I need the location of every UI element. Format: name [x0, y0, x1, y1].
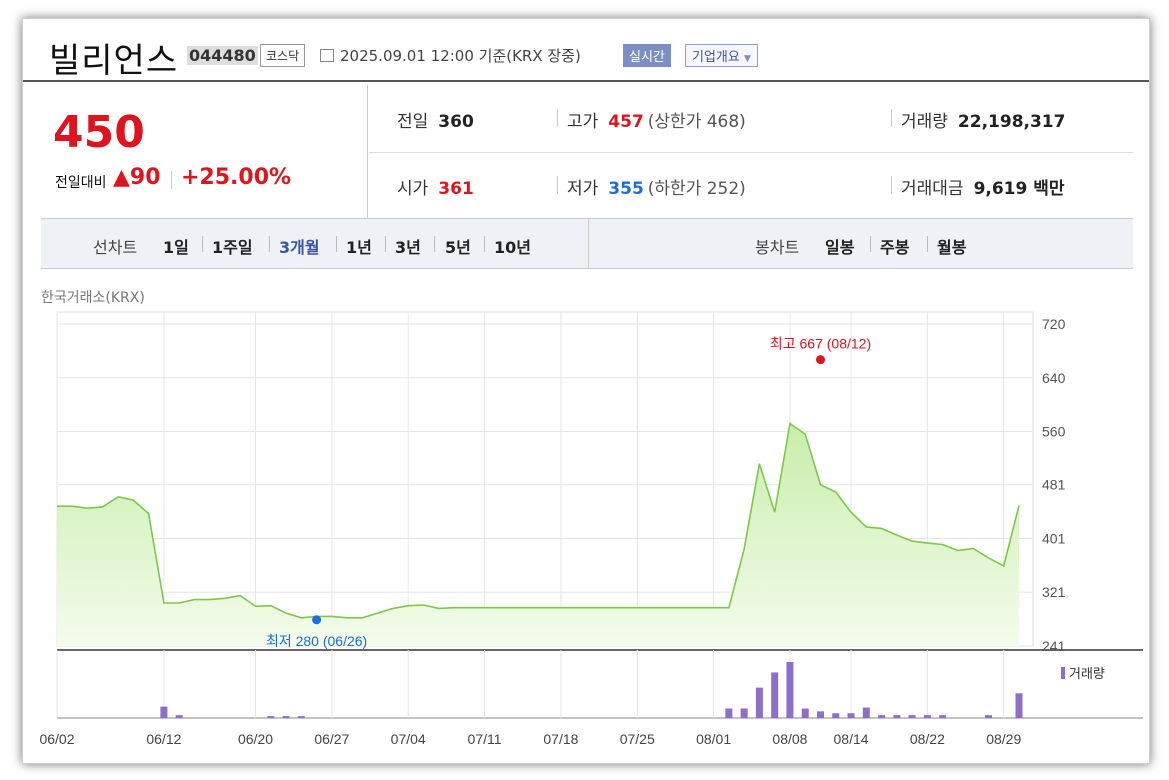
x-tick-label: 06/20 — [238, 731, 273, 747]
x-tick-label: 07/25 — [620, 731, 655, 747]
x-tick-label: 08/14 — [834, 731, 869, 747]
volume-bar — [175, 715, 183, 718]
volume-bar — [771, 672, 779, 718]
volume-bar — [923, 715, 931, 718]
y-tick-label: 560 — [1042, 424, 1066, 440]
volume-bar — [297, 716, 305, 718]
y-tick-label: 321 — [1042, 584, 1066, 600]
x-tick-label: 08/01 — [696, 731, 731, 747]
x-tick-label: 07/04 — [391, 731, 426, 747]
volume-bar — [801, 708, 809, 718]
volume-bar — [786, 662, 794, 718]
volume-bar — [832, 713, 840, 718]
volume-legend-label: 거래량 — [1069, 667, 1105, 682]
volume-bar — [893, 715, 901, 718]
stock-widget: 빌리언스 044480 코스닥 2025.09.01 12:00 기준(KRX … — [22, 18, 1150, 764]
volume-bar — [267, 716, 275, 718]
volume-legend-swatch — [1061, 667, 1065, 679]
x-tick-label: 08/08 — [772, 731, 807, 747]
volume-bar — [878, 715, 886, 718]
x-tick-label: 08/22 — [910, 731, 945, 747]
min-label: 최저 280 (06/26) — [266, 633, 367, 649]
volume-bar — [740, 708, 748, 718]
x-tick-label: 08/29 — [986, 731, 1021, 747]
volume-bar — [282, 716, 290, 718]
price-chart: 06/02 06/12 06/20 06/27 07/04 07/11 07/18 07/25… — [39, 311, 1143, 747]
volume-bar — [908, 715, 916, 718]
x-tick-label: 06/27 — [314, 731, 349, 747]
volume-legend: 거래량 — [1061, 663, 1105, 682]
y-tick-label: 640 — [1042, 370, 1066, 386]
y-tick-label: 720 — [1042, 316, 1066, 332]
x-tick-label: 06/12 — [146, 731, 181, 747]
x-tick-label: 06/02 — [39, 731, 74, 747]
volume-bar — [984, 715, 992, 718]
y-tick-label: 401 — [1042, 530, 1066, 546]
volume-bar — [725, 708, 733, 718]
max-marker — [815, 355, 825, 365]
x-tick-label: 07/11 — [468, 731, 502, 747]
min-marker — [312, 615, 322, 625]
x-tick-label: 07/18 — [543, 731, 578, 747]
volume-bar — [939, 715, 947, 718]
volume-bar — [847, 713, 855, 718]
price-area — [57, 423, 1019, 646]
y-tick-label: 481 — [1042, 477, 1066, 493]
volume-bar — [160, 706, 168, 718]
volume-bar — [755, 687, 763, 718]
volume-bar — [816, 711, 824, 718]
y-tick-label: 241 — [1042, 638, 1066, 654]
max-label: 최고 667 (08/12) — [770, 336, 871, 352]
volume-bar — [862, 707, 870, 718]
volume-bar — [1015, 693, 1023, 718]
